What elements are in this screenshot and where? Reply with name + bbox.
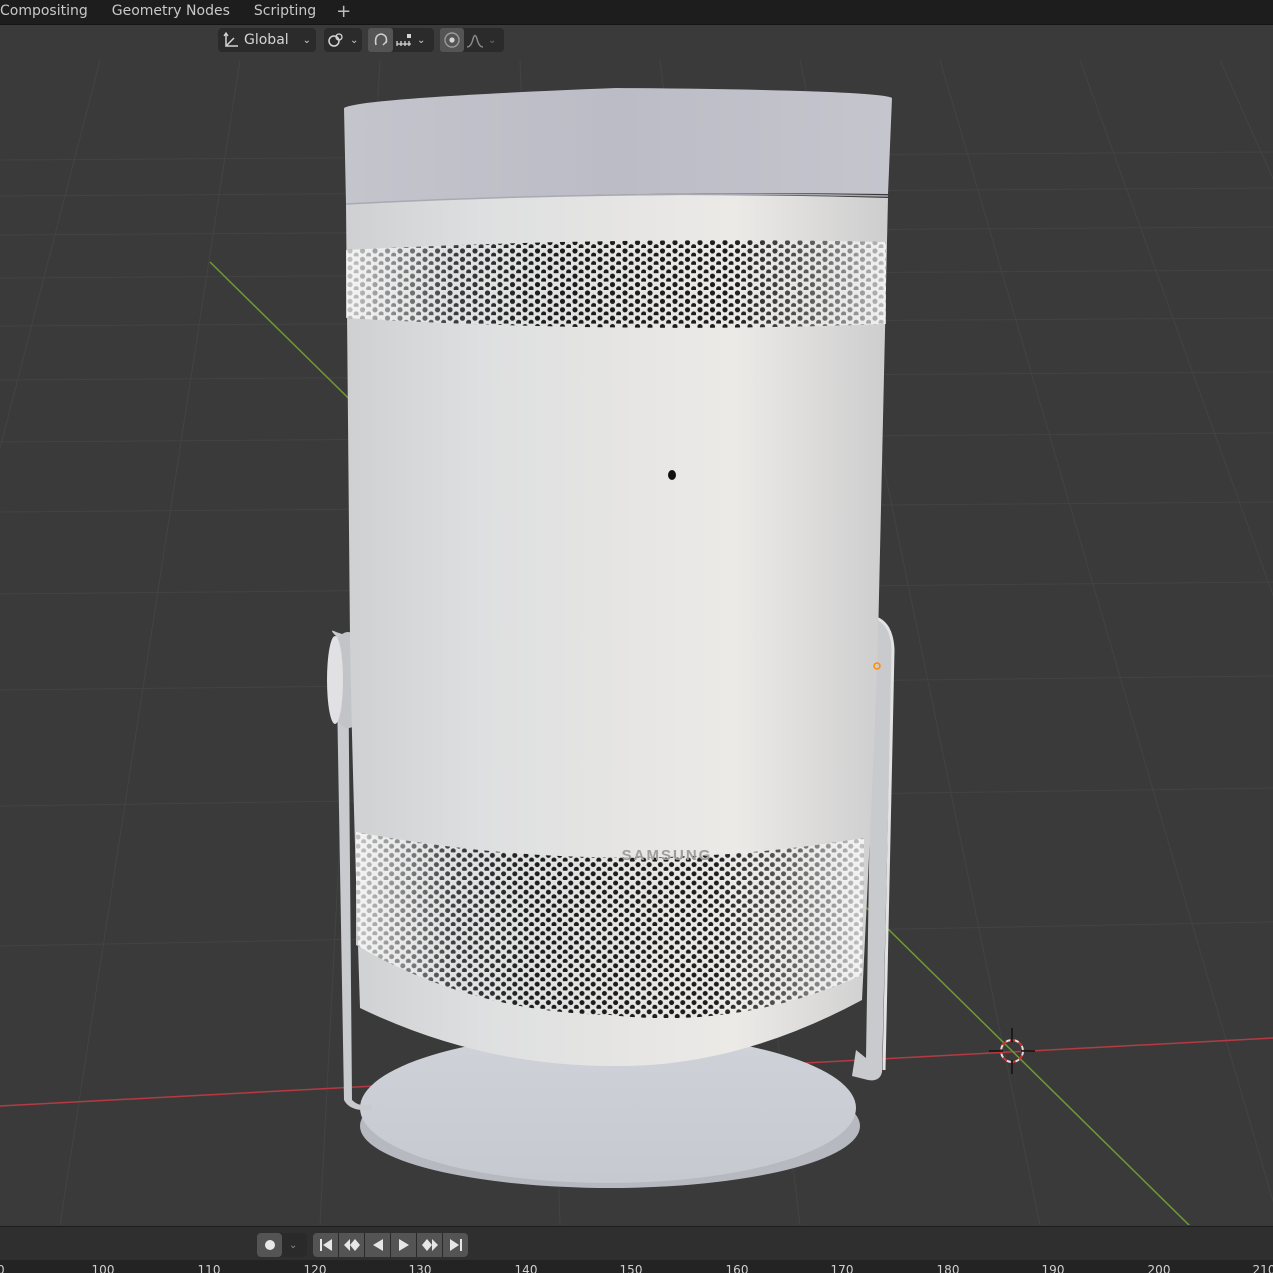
3d-viewport[interactable]: SAMSUNG Global ⌄ ⌄ ⌄ ⌄ <box>0 25 1273 1225</box>
tab-label: Compositing <box>0 3 88 19</box>
snapping-group: ⌄ <box>368 28 434 52</box>
keying-dropdown[interactable]: ⌄ <box>257 1233 307 1257</box>
blender-window: Compositing Geometry Nodes Scripting + S… <box>0 0 1273 1273</box>
frame-number: 120 <box>303 1263 327 1273</box>
frame-number: 180 <box>936 1263 960 1273</box>
transform-orientation-dropdown[interactable]: Global ⌄ <box>218 28 316 52</box>
tab-compositing[interactable]: Compositing <box>0 0 100 24</box>
add-workspace-button[interactable]: + <box>328 2 359 22</box>
transform-orientation-icon <box>218 28 244 52</box>
frame-number: 160 <box>725 1263 749 1273</box>
brand-label: SAMSUNG <box>622 847 713 864</box>
timeline-header: ⌄ <box>0 1226 1273 1261</box>
workspace-tab-bar: Compositing Geometry Nodes Scripting + <box>0 0 1273 25</box>
next-keyframe-icon[interactable] <box>417 1233 442 1257</box>
frame-number: 90 <box>0 1263 5 1273</box>
transform-orientation-value: Global <box>244 32 289 48</box>
jump-start-icon[interactable] <box>313 1233 338 1257</box>
pivot-point-dropdown[interactable]: ⌄ <box>324 28 362 52</box>
falloff-curve-icon[interactable] <box>464 28 486 52</box>
play-reverse-icon[interactable] <box>365 1233 390 1257</box>
timeline-frame-ruler[interactable]: 90 100 110 120 130 140 150 160 170 180 1… <box>0 1260 1273 1273</box>
frame-number: 150 <box>619 1263 643 1273</box>
chevron-down-icon: ⌄ <box>302 34 312 46</box>
frame-number: 100 <box>91 1263 115 1273</box>
top-cap <box>344 88 892 204</box>
frame-number: 200 <box>1147 1263 1171 1273</box>
chevron-down-icon: ⌄ <box>289 1239 298 1251</box>
tab-label: Geometry Nodes <box>111 3 230 19</box>
tab-label: Scripting <box>253 3 317 19</box>
play-icon[interactable] <box>391 1233 416 1257</box>
snap-increment-icon[interactable] <box>393 28 415 52</box>
jump-end-icon[interactable] <box>443 1233 468 1257</box>
proportional-editing-group: ⌄ <box>440 28 504 52</box>
tab-geometry-nodes[interactable]: Geometry Nodes <box>100 0 242 24</box>
frame-number: 170 <box>830 1263 854 1273</box>
proportional-editing-icon[interactable] <box>440 28 464 52</box>
sensor-dot <box>668 470 676 480</box>
frame-number: 130 <box>408 1263 432 1273</box>
frame-number: 210 <box>1252 1263 1273 1273</box>
projector-model[interactable]: SAMSUNG <box>327 88 900 1188</box>
snap-icon[interactable] <box>368 28 393 52</box>
chevron-down-icon[interactable]: ⌄ <box>417 35 425 46</box>
frame-number: 190 <box>1041 1263 1065 1273</box>
prev-keyframe-icon[interactable] <box>339 1233 364 1257</box>
chevron-down-icon: ⌄ <box>350 34 359 46</box>
frame-number: 140 <box>514 1263 538 1273</box>
pivot-point-icon <box>324 28 348 52</box>
tab-scripting[interactable]: Scripting <box>242 0 328 24</box>
frame-number: 110 <box>197 1263 221 1273</box>
record-icon[interactable] <box>257 1233 282 1257</box>
playback-controls <box>313 1233 468 1257</box>
viewport-scene[interactable]: SAMSUNG <box>0 25 1273 1225</box>
chevron-down-icon[interactable]: ⌄ <box>488 35 496 46</box>
